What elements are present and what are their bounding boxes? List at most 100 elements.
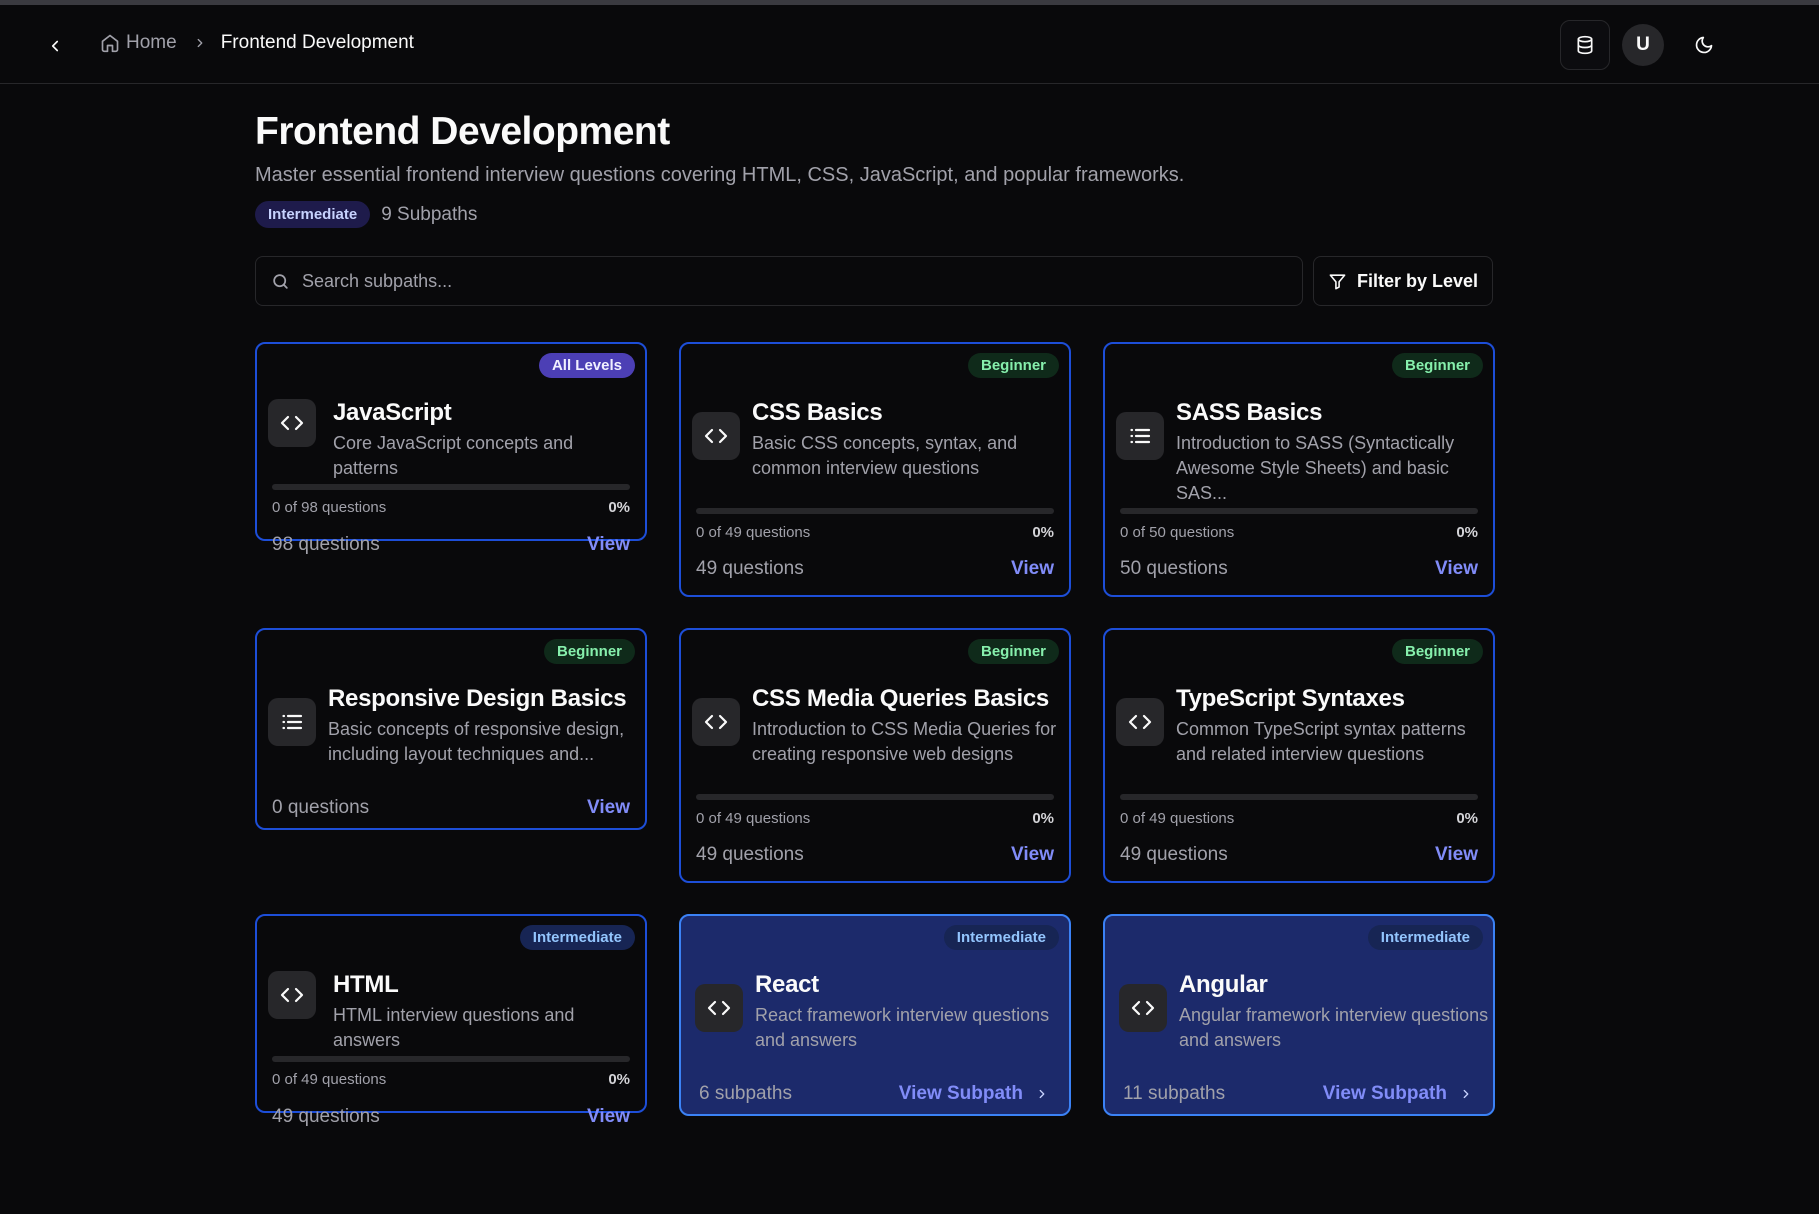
level-badge: Intermediate (519, 925, 635, 950)
view-subpath-link[interactable]: View Subpath (1323, 1083, 1473, 1105)
card-title: CSS Basics (752, 399, 883, 426)
breadcrumb-home-label: Home (126, 32, 177, 53)
icon-tile (692, 412, 740, 460)
search-box (255, 256, 1303, 306)
view-link-label: View (587, 797, 630, 818)
card-title: React (755, 971, 819, 998)
avatar-initial: U (1636, 34, 1650, 55)
code-icon (280, 987, 304, 1003)
page-header: Frontend Development Master essential fr… (255, 110, 1495, 306)
subpath-card-css-media-queries-basics[interactable]: Beginner CSS Media Queries Basics Introd… (679, 628, 1071, 883)
question-count: 49 questions (696, 558, 804, 579)
icon-tile (268, 971, 316, 1019)
progress-text: 0 of 49 questions (696, 810, 811, 827)
search-input[interactable] (302, 270, 1262, 292)
subpath-card-javascript[interactable]: All Levels JavaScript Core JavaScript co… (255, 342, 647, 555)
progress-bar (696, 794, 1054, 800)
progress-text: 0 of 50 questions (1120, 524, 1235, 541)
level-badge: Intermediate (255, 201, 371, 228)
progress-text: 0 of 49 questions (1120, 810, 1235, 827)
filter-icon (1329, 273, 1346, 289)
top-header: Home Frontend Development U (0, 5, 1819, 84)
subpath-card-react[interactable]: Intermediate React React framework inter… (679, 914, 1071, 1116)
code-icon (1131, 1000, 1155, 1016)
view-link[interactable]: View (1435, 558, 1478, 580)
card-description: Introduction to CSS Media Queries for cr… (752, 719, 1057, 764)
code-icon (704, 428, 728, 444)
card-description: Introduction to SASS (Syntactically Awes… (1176, 433, 1455, 503)
view-subpath-label: View Subpath (1322, 1083, 1447, 1104)
icon-tile (1116, 412, 1164, 460)
progress-text: 0 of 49 questions (272, 1071, 387, 1088)
back-button[interactable] (38, 29, 72, 63)
question-count: 49 questions (696, 844, 804, 865)
level-badge: Beginner (967, 639, 1059, 664)
view-link[interactable]: View (587, 534, 630, 556)
progress-bar (696, 508, 1054, 514)
card-description: Common TypeScript syntax patterns and re… (1176, 719, 1466, 764)
subpath-card-angular[interactable]: Intermediate Angular Angular framework i… (1103, 914, 1495, 1116)
view-link-label: View (587, 1106, 630, 1127)
subpath-card-typescript-syntaxes[interactable]: Beginner TypeScript Syntaxes Common Type… (1103, 628, 1495, 883)
question-count: 98 questions (272, 534, 380, 555)
chevron-left-icon (51, 40, 59, 52)
icon-tile (268, 698, 316, 746)
list-icon (1130, 428, 1151, 444)
level-badge: All Levels (538, 353, 635, 378)
question-count: 49 questions (272, 1106, 380, 1127)
subpath-card-sass-basics[interactable]: Beginner SASS Basics Introduction to SAS… (1103, 342, 1495, 597)
icon-tile (1116, 698, 1164, 746)
breadcrumb: Home Frontend Development (100, 32, 414, 54)
chevron-right-icon (1039, 1089, 1045, 1099)
card-title: Angular (1179, 971, 1268, 998)
card-title: HTML (333, 971, 399, 998)
search-row: Filter by Level (255, 256, 1495, 306)
filter-label: Filter by Level (1356, 270, 1479, 291)
card-description: Angular framework interview questions an… (1179, 1005, 1489, 1050)
card-title: TypeScript Syntaxes (1176, 685, 1405, 712)
database-button[interactable] (1560, 20, 1610, 70)
filter-by-level-button[interactable]: Filter by Level (1313, 256, 1493, 306)
card-title: SASS Basics (1176, 399, 1323, 426)
progress-percent: 0% (1032, 810, 1054, 827)
view-link[interactable]: View (1011, 844, 1054, 866)
view-link-label: View (1011, 844, 1054, 865)
progress-percent: 0% (1032, 524, 1054, 541)
card-description: Basic CSS concepts, syntax, and common i… (752, 433, 1018, 478)
level-badge: Beginner (1391, 639, 1483, 664)
view-link[interactable]: View (1435, 844, 1478, 866)
view-link-label: View (1435, 558, 1478, 579)
home-icon (101, 34, 119, 53)
level-badge: Intermediate (1367, 925, 1483, 950)
subpath-count: 6 subpaths (699, 1083, 792, 1104)
card-description: Core JavaScript concepts and patterns (333, 433, 574, 478)
progress-bar (1120, 794, 1478, 800)
icon-tile (692, 698, 740, 746)
view-link[interactable]: View (587, 1106, 630, 1128)
user-avatar[interactable]: U (1622, 24, 1664, 66)
icon-tile (1119, 984, 1167, 1032)
subpath-card-html[interactable]: Intermediate HTML HTML interview questio… (255, 914, 647, 1127)
theme-toggle-button[interactable] (1682, 23, 1726, 67)
subpath-card-css-basics[interactable]: Beginner CSS Basics Basic CSS concepts, … (679, 342, 1071, 597)
card-title: CSS Media Queries Basics (752, 685, 1049, 712)
card-description: React framework interview questions and … (755, 1005, 1050, 1050)
view-subpath-link[interactable]: View Subpath (899, 1083, 1049, 1105)
breadcrumb-separator (193, 36, 207, 50)
progress-bar (1120, 508, 1478, 514)
card-title: JavaScript (333, 399, 452, 426)
header-actions: U (1560, 20, 1726, 70)
breadcrumb-home-link[interactable]: Home (100, 32, 177, 54)
view-link[interactable]: View (1011, 558, 1054, 580)
question-count: 49 questions (1120, 844, 1228, 865)
card-title: Responsive Design Basics (328, 685, 627, 712)
card-description: HTML interview questions and answers (333, 1005, 575, 1050)
progress-percent: 0% (1456, 810, 1478, 827)
level-badge: Beginner (967, 353, 1059, 378)
progress-percent: 0% (1456, 524, 1478, 541)
code-icon (280, 415, 304, 431)
subpath-card-responsive-design-basics[interactable]: Beginner Responsive Design Basics Basic … (255, 628, 647, 830)
page-meta: Intermediate 9 Subpaths (255, 201, 1495, 228)
question-count: 50 questions (1120, 558, 1228, 579)
view-link[interactable]: View (587, 797, 630, 819)
